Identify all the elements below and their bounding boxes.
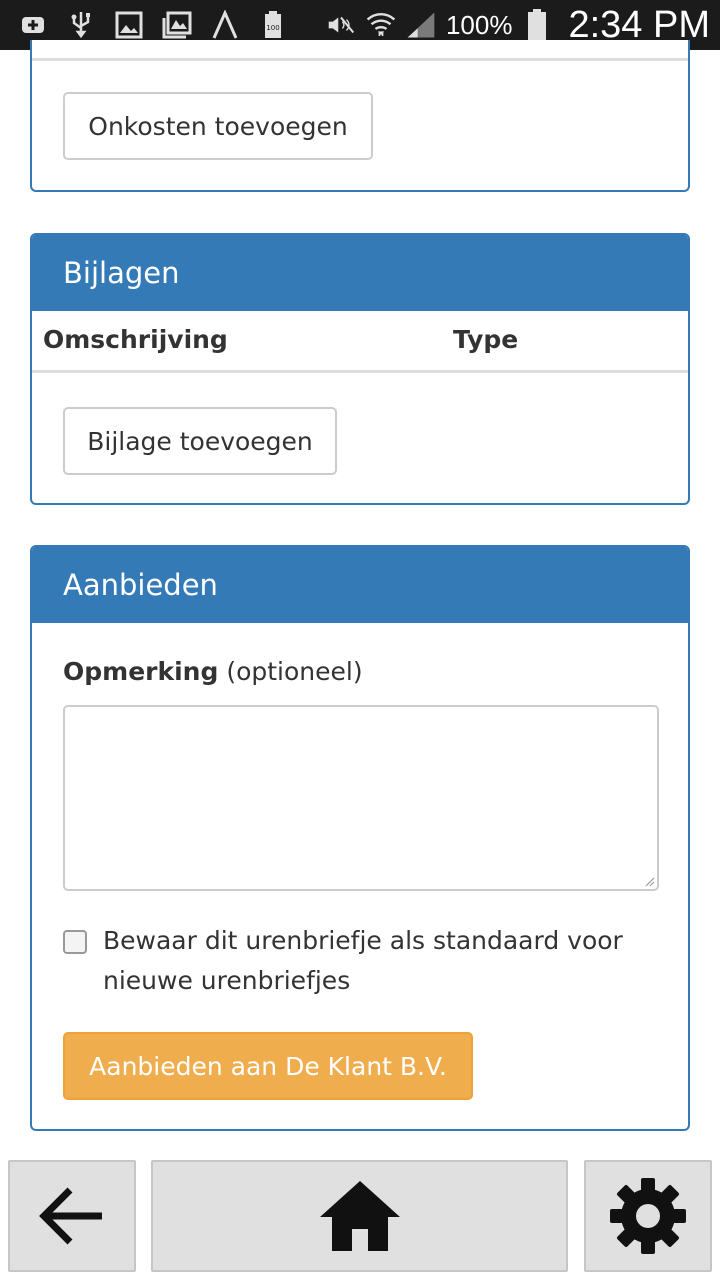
home-icon (319, 1181, 400, 1251)
save-as-default-label[interactable]: Bewaar dit urenbriefje als standaard voo… (103, 921, 663, 1001)
onkosten-panel: Onkosten toevoegen (30, 40, 690, 192)
back-button[interactable] (8, 1160, 136, 1272)
aanbieden-panel-title: Aanbieden (32, 547, 688, 623)
battery-icon (522, 9, 552, 41)
image-icon (114, 10, 144, 40)
remark-textarea[interactable] (63, 705, 659, 891)
add-attachment-button[interactable]: Bijlage toevoegen (63, 407, 337, 475)
svg-text:100: 100 (266, 24, 279, 32)
back-arrow-icon (39, 1187, 102, 1245)
gallery-icon (162, 10, 192, 40)
aanbieden-panel: Aanbieden Opmerking (optioneel) Bewaar d… (30, 545, 690, 1131)
settings-gear-icon (610, 1178, 686, 1254)
mute-icon (326, 10, 356, 40)
submit-to-client-button[interactable]: Aanbieden aan De Klant B.V. (63, 1032, 473, 1100)
bijlagen-panel: Bijlagen Omschrijving Type Bijlage toevo… (30, 233, 690, 505)
signal-icon (406, 10, 436, 40)
settings-button[interactable] (584, 1160, 712, 1272)
home-button[interactable] (151, 1160, 568, 1272)
column-header-description: Omschrijving (43, 325, 228, 354)
resize-handle-icon[interactable] (645, 877, 655, 887)
add-expense-button[interactable]: Onkosten toevoegen (63, 92, 373, 160)
remark-optional-text: (optioneel) (226, 657, 363, 686)
bijlagen-panel-title: Bijlagen (32, 235, 688, 311)
remark-label: Opmerking (optioneel) (63, 657, 363, 686)
table-divider (32, 58, 688, 61)
battery-percentage: 100% (445, 9, 513, 40)
wifi-icon (366, 10, 396, 40)
add-box-icon (18, 10, 48, 40)
lambda-icon (210, 10, 240, 40)
usb-icon (66, 10, 96, 40)
column-header-type: Type (453, 325, 519, 354)
remark-label-text: Opmerking (63, 657, 219, 686)
attachments-table-header: Omschrijving Type (32, 311, 688, 373)
save-as-default-checkbox[interactable] (63, 930, 87, 954)
battery-100-icon: 100 (258, 10, 288, 40)
